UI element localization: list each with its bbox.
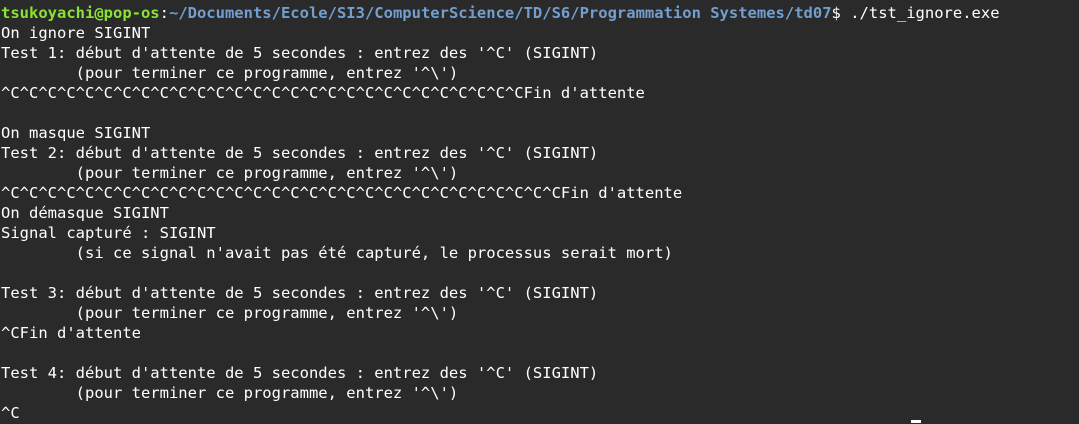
output-line: (pour terminer ce programme, entrez '^\'… (1, 384, 459, 402)
prompt-symbol: $ (831, 4, 851, 22)
prompt-line: tsukoyachi@pop-os:~/Documents/Ecole/SI3/… (1, 3, 1079, 23)
prompt-path: ~/Documents/Ecole/SI3/ComputerScience/TD… (168, 4, 832, 22)
output-line: (pour terminer ce programme, entrez '^\'… (1, 64, 459, 82)
output-line: Signal capturé : SIGINT (1, 224, 216, 242)
output-line: ^C^C^C^C^C^C^C^C^C^C^C^C^C^C^C^C^C^C^C^C… (1, 84, 645, 102)
output-line: ^CFin d'attente (1, 324, 141, 342)
prompt-command: ./tst_ignore.exe (850, 4, 1000, 22)
output-line: On ignore SIGINT (1, 24, 151, 42)
output-line: Test 4: début d'attente de 5 secondes : … (1, 364, 599, 382)
output-line: On démasque SIGINT (1, 204, 169, 222)
output-line: ^C^C^C^C^C^C^C^C^C^C^C^C^C^C^C^C^C^C^C^C… (1, 184, 683, 202)
output-line: Test 1: début d'attente de 5 secondes : … (1, 44, 599, 62)
output-line: (si ce signal n'avait pas été capturé, l… (1, 244, 673, 262)
output-line: (pour terminer ce programme, entrez '^\'… (1, 164, 459, 182)
prompt-user-host: tsukoyachi@pop-os (1, 4, 160, 22)
terminal-window[interactable]: tsukoyachi@pop-os:~/Documents/Ecole/SI3/… (0, 0, 1079, 424)
prompt-separator: : (159, 4, 169, 22)
output-line: Test 2: début d'attente de 5 secondes : … (1, 144, 599, 162)
output-line: On masque SIGINT (1, 124, 151, 142)
output-line: Test 3: début d'attente de 5 secondes : … (1, 284, 599, 302)
terminal-cursor (911, 420, 921, 423)
output-line: (pour terminer ce programme, entrez '^\'… (1, 304, 459, 322)
